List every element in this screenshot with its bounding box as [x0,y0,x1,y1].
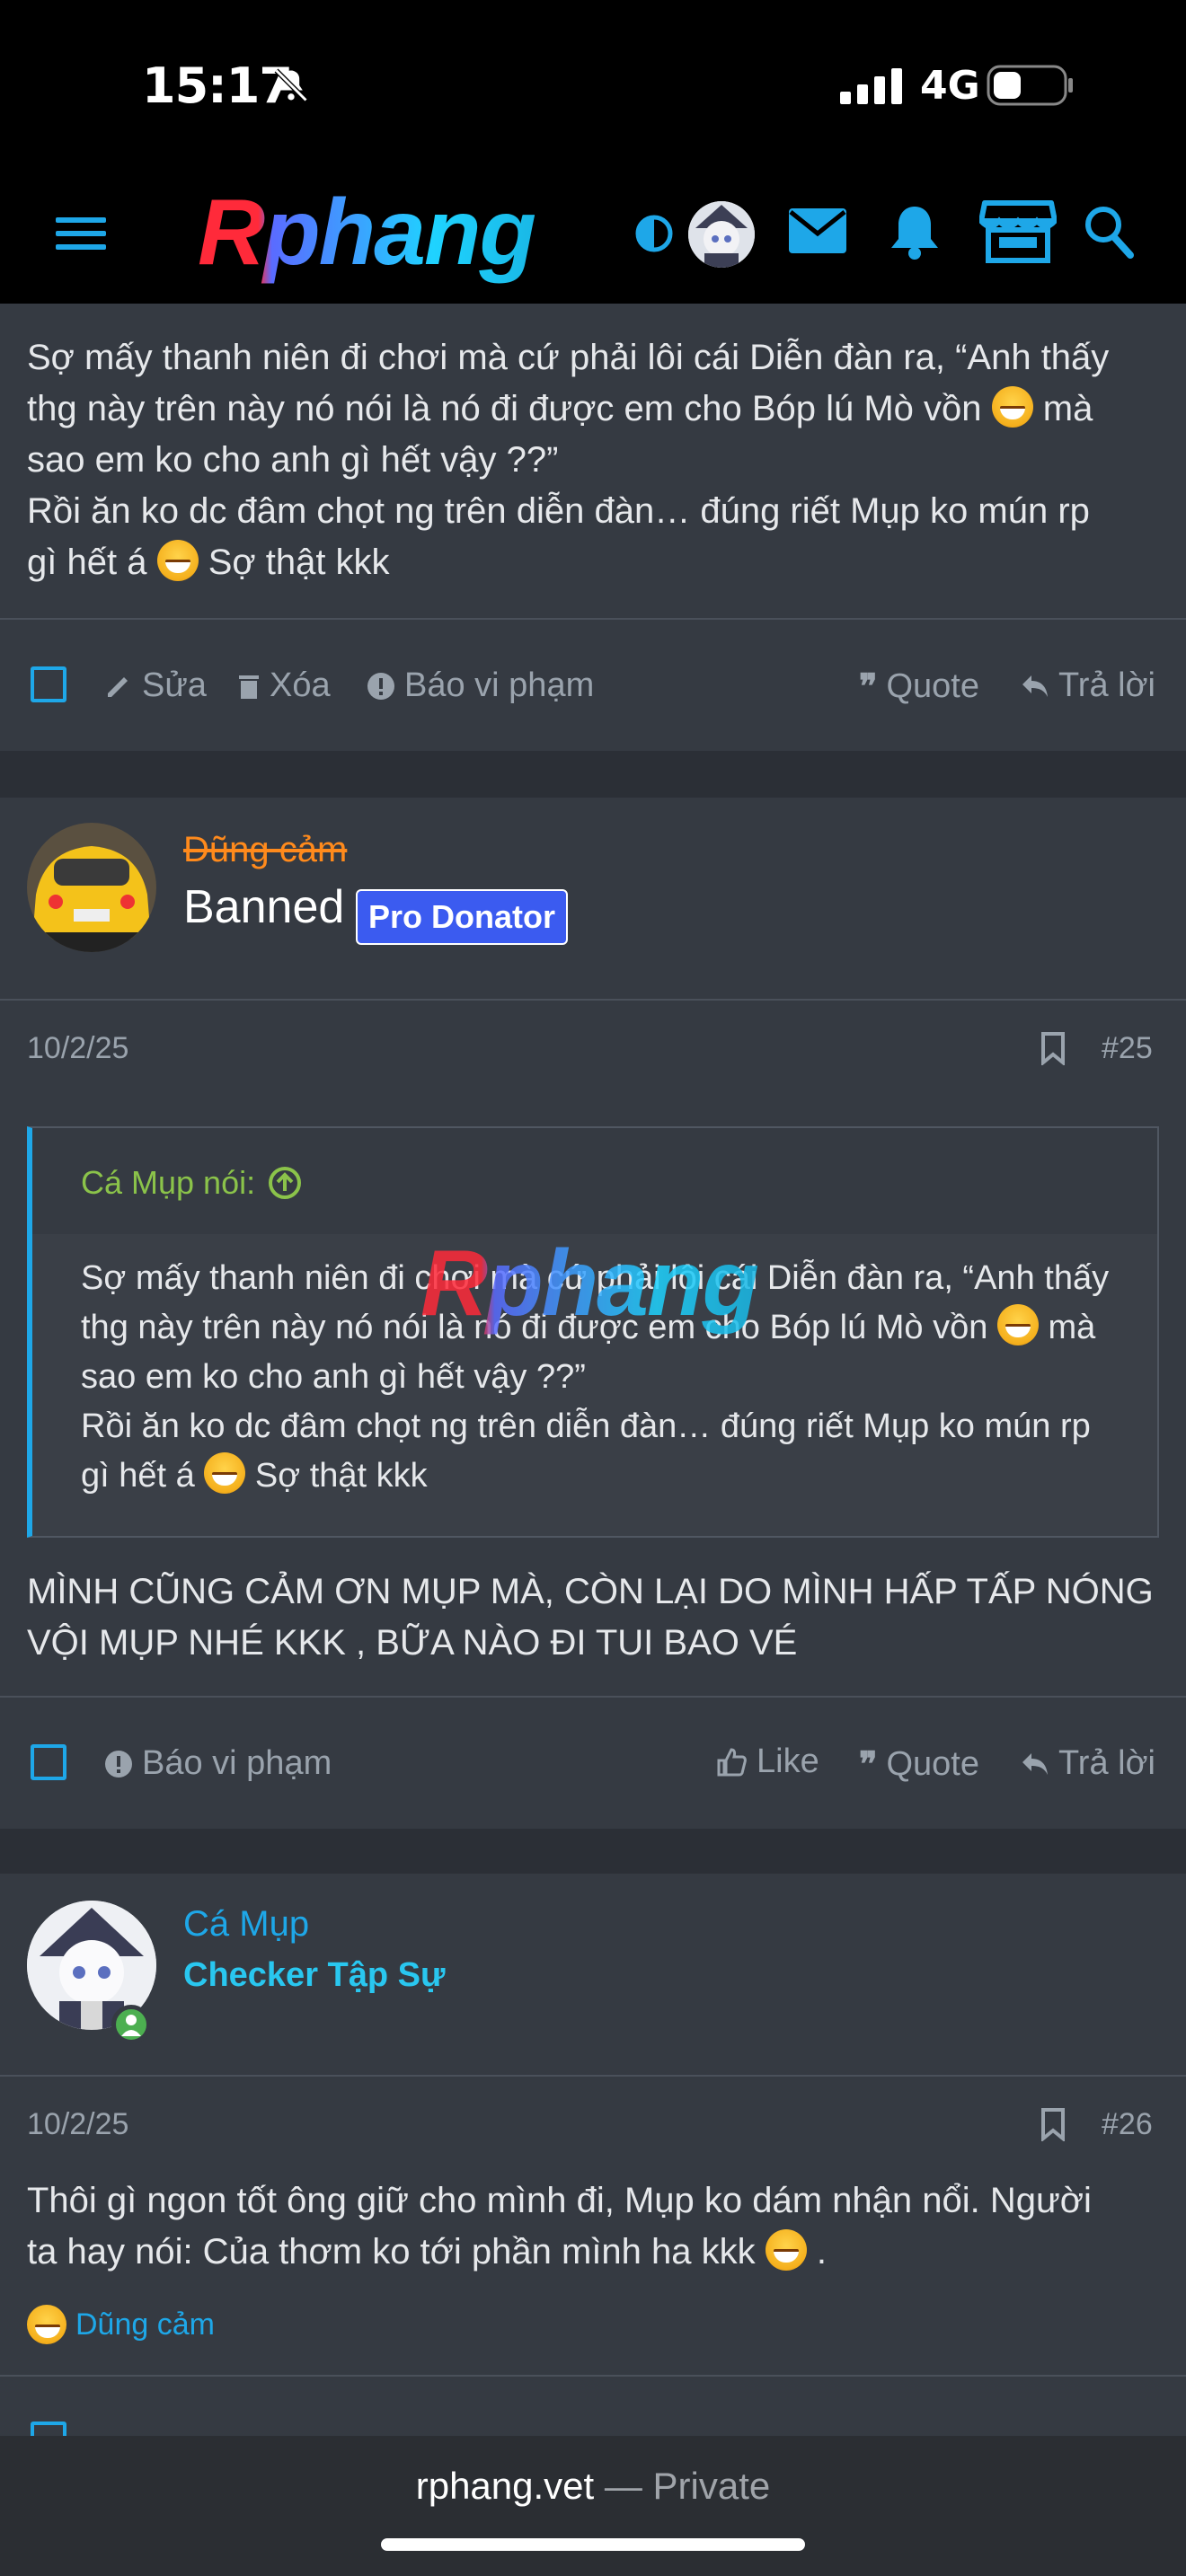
theme-toggle-icon[interactable] [634,214,674,253]
post-25-body: MÌNH CŨNG CẢM ƠN MỤP MÀ, CÒN LẠI DO MÌNH… [27,1572,1154,1663]
browser-url[interactable]: rphang.vet — Private [0,2465,1186,2508]
status-bar: 15:17 4G [0,0,1186,171]
user-online-icon [121,2015,141,2036]
quote-icon: ❞ [859,668,878,706]
bookmark-icon[interactable] [1040,1031,1066,1065]
pencil-icon [108,676,128,697]
user-title: Banned [183,881,345,933]
quote-author[interactable]: Cá Mụp nói: [81,1164,302,1202]
quote-button[interactable]: ❞ Quote [859,1744,979,1785]
select-checkbox[interactable] [31,1744,66,1780]
post-26-actions [0,2377,1186,2457]
arrow-up-circle-icon[interactable] [268,1166,302,1200]
post-24-body: Sợ mấy thanh niên đi chơi mà cứ phải lôi… [27,338,1110,582]
post-25-header: Dũng cảm Banned Pro Donator [0,798,1186,999]
thumbs-up-icon [717,1747,747,1776]
post-date[interactable]: 10/2/25 [27,2107,128,2142]
report-button[interactable]: Báo vi phạm [104,1744,332,1783]
laughing-reaction-icon [27,2305,66,2344]
quote-icon: ❞ [859,1746,878,1784]
like-button[interactable]: Like [715,1742,819,1781]
post-24-actions: Sửa Xóa Báo vi phạm ❞ Quote Trả lời [0,620,1186,751]
post-26-header: Cá Mụp Checker Tập Sự [0,1874,1186,2075]
select-checkbox[interactable] [31,666,66,702]
report-button[interactable]: Báo vi phạm [367,666,594,705]
alert-circle-icon [367,672,394,700]
grinning-emoji-icon [204,1452,246,1494]
home-indicator[interactable] [381,2538,805,2551]
site-logo[interactable]: Rphang [198,180,536,287]
notification-bell-icon[interactable] [888,203,942,260]
reply-button[interactable]: Trả lời [1021,1744,1155,1783]
grinning-emoji-icon [996,1304,1039,1345]
menu-icon[interactable] [56,212,106,255]
quote-button[interactable]: ❞ Quote [859,666,979,707]
grinning-emoji-icon [765,2229,807,2271]
reply-button[interactable]: Trả lời [1021,666,1155,705]
post-number[interactable]: #25 [1102,1031,1153,1066]
pro-donator-badge: Pro Donator [356,889,569,945]
post-date[interactable]: 10/2/25 [27,1031,128,1066]
reply-arrow-icon [1022,1752,1048,1775]
search-icon[interactable] [1084,205,1134,259]
user-title: Checker Tập Sự [183,1956,446,1994]
online-status-indicator [111,2005,151,2044]
username[interactable]: Dũng cảm [183,830,347,870]
user-avatar-dung-cam[interactable] [27,823,156,952]
grinning-emoji-icon [156,540,199,581]
username[interactable]: Cá Mụp [183,1904,309,1945]
trash-icon [239,675,259,699]
post-number[interactable]: #26 [1102,2107,1153,2142]
bell-off-icon [274,68,308,102]
post-24: Sợ mấy thanh niên đi chơi mà cứ phải lôi… [0,304,1186,618]
network-type: 4G [920,63,980,109]
post-25-actions: Báo vi phạm Like ❞ Quote Trả lời [0,1698,1186,1829]
post-26-body: Thôi gì ngon tốt ông giữ cho mình đi, Mụ… [27,2181,1092,2272]
status-time: 15:17 [142,57,293,114]
logo-watermark: Rphang [420,1231,759,1336]
post-gap [0,751,1186,798]
edit-button[interactable]: Sửa [104,666,207,705]
delete-button[interactable]: Xóa [237,666,331,705]
user-avatar[interactable] [688,201,755,268]
battery-icon [987,65,1073,106]
reaction-summary[interactable]: Dũng cảm [27,2305,215,2344]
grinning-emoji-icon [991,386,1033,428]
store-icon[interactable] [979,199,1057,264]
bookmark-icon[interactable] [1040,2107,1066,2141]
alert-circle-icon [105,1750,132,1778]
mail-icon[interactable] [789,208,846,253]
reply-arrow-icon [1022,675,1048,697]
cellular-signal-icon [840,68,902,104]
post-gap [0,1829,1186,1874]
